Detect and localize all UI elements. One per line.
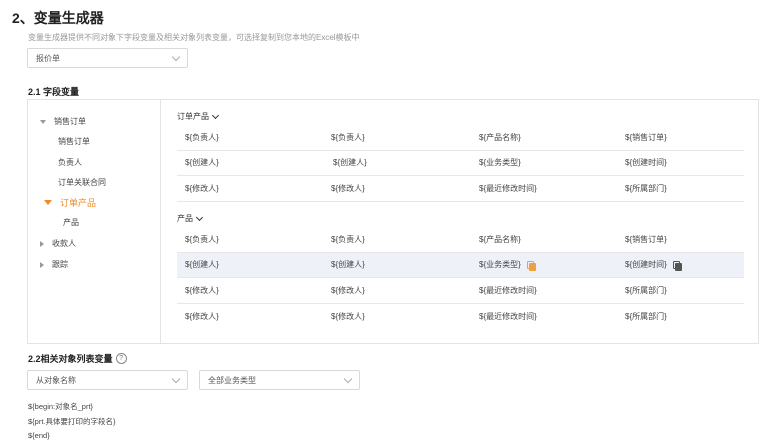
object-select-value: 报价单 bbox=[36, 53, 60, 63]
variable-cell-with-copy[interactable]: ${业务类型} bbox=[479, 253, 536, 278]
variable-cell[interactable]: ${所属部门} bbox=[625, 278, 667, 303]
object-select[interactable]: 报价单 bbox=[27, 48, 188, 68]
code-line-end: ${end} bbox=[28, 431, 50, 440]
copy-icon[interactable] bbox=[526, 260, 536, 271]
tree-item-sales-order-field[interactable]: 销售订单 bbox=[58, 136, 90, 147]
table-row: ${创建人} ${创建人} ${业务类型} ${创建时间} bbox=[177, 151, 744, 176]
variable-cell[interactable]: ${业务类型} bbox=[479, 151, 521, 176]
code-line-begin: ${begin:对象名_prt} bbox=[28, 402, 94, 411]
group-header-product[interactable]: 产品 bbox=[177, 213, 204, 224]
variable-cell[interactable]: ${负责人} bbox=[331, 125, 365, 150]
variable-cell[interactable]: ${创建人} bbox=[331, 253, 365, 278]
variable-cell[interactable]: ${最近修改时间} bbox=[479, 304, 537, 330]
variable-cell[interactable]: ${负责人} bbox=[331, 227, 365, 252]
table-row: ${负责人} ${负责人} ${产品名称} ${销售订单} bbox=[177, 125, 744, 151]
related-object-select-value: 从对象名称 bbox=[36, 375, 76, 385]
caret-down-icon[interactable] bbox=[44, 200, 52, 205]
tree-item-sales-order[interactable]: 销售订单 bbox=[40, 116, 86, 127]
field-variables-panel: 销售订单 销售订单 负责人 订单关联合同 订单产品 产品 收款人 跟踪 订单产品 bbox=[27, 99, 759, 344]
variable-cell[interactable]: ${产品名称} bbox=[479, 227, 521, 252]
group-title: 订单产品 bbox=[177, 112, 209, 121]
tree-item-label: 负责人 bbox=[58, 158, 82, 167]
tree-item-owner[interactable]: 负责人 bbox=[58, 157, 82, 168]
table-row: ${修改人} ${修改人} ${最近修改时间} ${所属部门} bbox=[177, 304, 744, 330]
variable-cell[interactable]: ${创建人} bbox=[185, 253, 219, 278]
business-type-select-value: 全部业务类型 bbox=[208, 375, 256, 385]
table-row: ${修改人} ${修改人} ${最近修改时间} ${所属部门} bbox=[177, 176, 744, 202]
section-title-related-variables: 2.2相关对象列表变量 ? bbox=[28, 352, 127, 365]
page-description: 变量生成器提供不同对象下字段变量及相关对象列表变量，可选择复制到您本地的Exce… bbox=[28, 33, 360, 42]
chevron-down-icon bbox=[171, 52, 181, 61]
tree-item-order-contract[interactable]: 订单关联合同 bbox=[58, 177, 106, 188]
variable-cell[interactable]: ${最近修改时间} bbox=[479, 176, 537, 201]
variable-cell[interactable]: ${所属部门} bbox=[625, 176, 667, 201]
tree-item-tracking[interactable]: 跟踪 bbox=[40, 259, 68, 270]
copy-icon[interactable] bbox=[672, 260, 682, 271]
table-row-hovered: ${创建人} ${创建人} ${业务类型} ${创建时间} bbox=[177, 252, 744, 278]
variable-cell[interactable]: ${修改人} bbox=[331, 304, 365, 330]
variable-cell[interactable]: ${最近修改时间} bbox=[479, 278, 537, 303]
chevron-down-icon bbox=[211, 111, 220, 119]
tree-item-order-product[interactable]: 订单产品 bbox=[44, 196, 96, 209]
group-header-order-product[interactable]: 订单产品 bbox=[177, 111, 220, 122]
caret-right-icon[interactable] bbox=[40, 261, 44, 268]
chevron-down-icon bbox=[171, 374, 181, 383]
variable-cell[interactable]: ${销售订单} bbox=[625, 125, 667, 150]
variable-cell[interactable]: ${负责人} bbox=[185, 125, 219, 150]
tree-item-label: 产品 bbox=[63, 218, 79, 227]
tree-item-label: 收款人 bbox=[52, 239, 76, 248]
variable-grid-order-product: ${负责人} ${负责人} ${产品名称} ${销售订单} ${创建人} ${创… bbox=[177, 125, 744, 202]
tree-item-label: 订单产品 bbox=[60, 198, 97, 208]
chevron-down-icon bbox=[343, 374, 353, 383]
chevron-down-icon bbox=[195, 213, 204, 221]
variable-cell-with-copy[interactable]: ${创建时间} bbox=[625, 253, 682, 278]
tree-item-label: 销售订单 bbox=[54, 117, 86, 126]
caret-down-icon[interactable] bbox=[40, 119, 46, 124]
tree-item-payee[interactable]: 收款人 bbox=[40, 238, 76, 249]
variable-cell[interactable]: ${创建人} bbox=[333, 151, 367, 176]
business-type-select[interactable]: 全部业务类型 bbox=[199, 370, 360, 390]
variable-text: ${业务类型} bbox=[479, 260, 521, 270]
variable-cell[interactable]: ${修改人} bbox=[331, 176, 365, 201]
variable-cell[interactable]: ${修改人} bbox=[185, 278, 219, 303]
tree-item-label: 跟踪 bbox=[52, 260, 68, 269]
variable-cell[interactable]: ${产品名称} bbox=[479, 125, 521, 150]
tree-item-label: 订单关联合同 bbox=[58, 178, 106, 187]
section-title-field-variables: 2.1 字段变量 bbox=[28, 87, 80, 97]
variable-cell[interactable]: ${创建人} bbox=[185, 151, 219, 176]
caret-right-icon[interactable] bbox=[40, 240, 44, 247]
group-title: 产品 bbox=[177, 214, 193, 223]
variable-cell[interactable]: ${所属部门} bbox=[625, 304, 667, 330]
help-icon[interactable]: ? bbox=[115, 353, 127, 364]
table-row: ${修改人} ${修改人} ${最近修改时间} ${所属部门} bbox=[177, 278, 744, 304]
variable-cell[interactable]: ${创建时间} bbox=[625, 151, 667, 176]
variable-cell[interactable]: ${修改人} bbox=[331, 278, 365, 303]
table-row: ${负责人} ${负责人} ${产品名称} ${销售订单} bbox=[177, 227, 744, 253]
page-title: 2、变量生成器 bbox=[12, 10, 104, 26]
code-line-field: ${prt.具体要打印的字段名} bbox=[28, 417, 116, 426]
variable-cell[interactable]: ${修改人} bbox=[185, 176, 219, 201]
variable-cell[interactable]: ${负责人} bbox=[185, 227, 219, 252]
object-tree: 销售订单 销售订单 负责人 订单关联合同 订单产品 产品 收款人 跟踪 bbox=[28, 100, 161, 343]
section-title-text: 2.2相关对象列表变量 bbox=[28, 354, 113, 364]
variable-text: ${创建时间} bbox=[625, 260, 667, 270]
tree-item-product[interactable]: 产品 bbox=[63, 217, 79, 228]
related-object-select[interactable]: 从对象名称 bbox=[27, 370, 188, 390]
variable-grid-product: ${负责人} ${负责人} ${产品名称} ${销售订单} ${创建人} ${创… bbox=[177, 227, 744, 329]
variable-cell[interactable]: ${修改人} bbox=[185, 304, 219, 330]
variable-cell[interactable]: ${销售订单} bbox=[625, 227, 667, 252]
tree-item-label: 销售订单 bbox=[58, 137, 90, 146]
